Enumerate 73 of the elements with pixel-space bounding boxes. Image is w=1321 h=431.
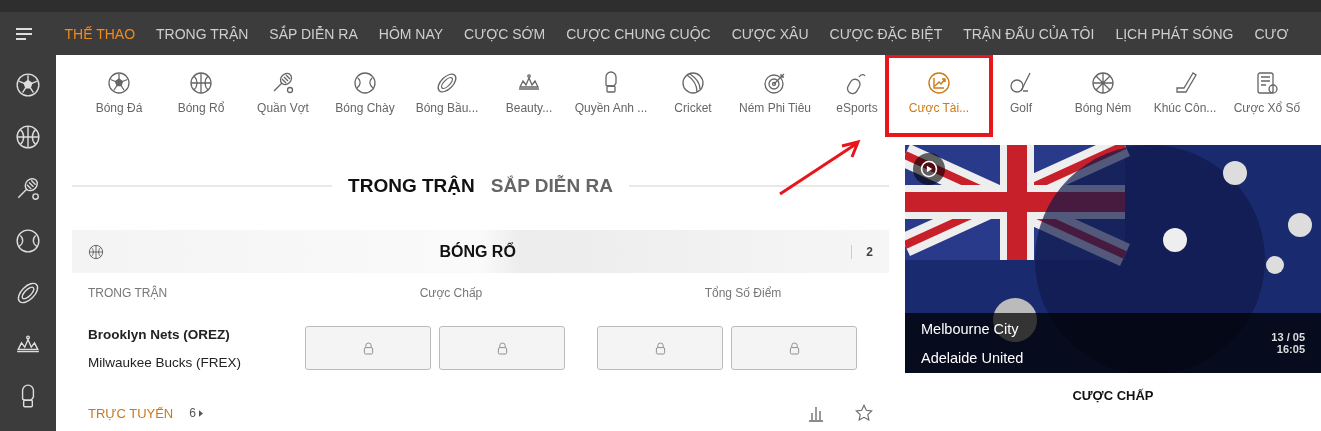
lock-icon	[788, 341, 800, 355]
odds-button[interactable]	[439, 326, 565, 370]
sport-tab[interactable]: Cược Tài...	[898, 62, 980, 123]
nav-tab[interactable]: CƯỢC ĐẶC BIỆT	[819, 25, 953, 42]
team-name: Brooklyn Nets (OREZ)	[88, 326, 231, 342]
sport-tab[interactable]: Khúc Côn...	[1144, 62, 1226, 123]
tennis-racket-icon	[15, 176, 41, 202]
sport-tab[interactable]: Bóng Rổ	[160, 62, 242, 123]
odds-button[interactable]	[731, 326, 857, 370]
section-title: BÓNG RỔ	[438, 242, 517, 261]
sport-tab[interactable]: Beauty...	[488, 62, 570, 123]
star-icon[interactable]	[855, 404, 873, 422]
bar-chart-icon[interactable]	[807, 404, 825, 422]
nav-tab[interactable]: LỊCH PHÁT SÓNG	[1104, 25, 1244, 42]
team-name: Milwaukee Bucks (FREX)	[88, 354, 243, 370]
sport-tab[interactable]: Cược Xổ Số	[1226, 62, 1308, 123]
lock-icon	[654, 341, 666, 355]
nav-tab[interactable]: CƯƠ	[1243, 25, 1299, 42]
sport-tab[interactable]: Ném Phi Tiêu	[734, 62, 816, 123]
nav-tab[interactable]: SẮP DIỄN RA	[258, 25, 369, 42]
menu-icon[interactable]	[16, 27, 34, 40]
sport-tab[interactable]: Bóng Chày	[324, 62, 406, 123]
cricket-ball-icon	[681, 70, 705, 95]
ball-icon	[1091, 70, 1115, 95]
nav-tab[interactable]: HÔM NAY	[368, 25, 454, 42]
match-date: 13 / 05	[1271, 331, 1305, 343]
sport-tab[interactable]: Cricket	[652, 62, 734, 123]
match-time: 16:05	[1276, 343, 1305, 355]
lock-icon	[496, 341, 508, 355]
baseball-icon	[353, 70, 377, 95]
nav-tab[interactable]: TRẬN ĐẤU CỦA TÔI	[952, 25, 1105, 42]
basketball-icon	[88, 243, 104, 260]
column-header: TRONG TRẬN	[88, 286, 169, 300]
play-icon[interactable]	[913, 153, 945, 185]
sport-tab[interactable]: eSports	[816, 62, 898, 123]
basketball-icon	[15, 124, 41, 150]
tennis-racket-icon	[271, 70, 295, 95]
basketball-icon	[189, 70, 213, 95]
column-header: Cược Chấp	[418, 286, 484, 300]
match-count: 2	[851, 244, 873, 259]
sport-tab[interactable]: Quần Vợt	[242, 62, 324, 123]
more-markets-link[interactable]: 6	[189, 406, 203, 420]
lottery-ticket-icon	[1255, 70, 1279, 95]
nav-tab[interactable]: CƯỢC SỚM	[453, 25, 556, 42]
caret-icon	[198, 409, 203, 417]
lock-icon	[362, 341, 374, 355]
match-tab[interactable]: TRONG TRẬN	[348, 175, 475, 197]
team-name: Adelaide United	[921, 349, 1024, 366]
sport-tab[interactable]: Quyền Anh ...	[570, 62, 652, 123]
baseball-icon	[15, 228, 41, 254]
section-header[interactable]: BÓNG RỔ 2	[72, 230, 889, 273]
nav-tab[interactable]: CƯỢC XÂU	[721, 25, 820, 42]
live-link[interactable]: TRỰC TUYẾN	[88, 405, 174, 421]
nav-tab[interactable]: TRONG TRẬN	[145, 25, 259, 42]
nav-tab[interactable]: THẾ THAO	[54, 25, 146, 42]
odds-button[interactable]	[305, 326, 431, 370]
golf-club-icon	[1009, 70, 1033, 95]
chart-up-icon	[927, 70, 951, 95]
sport-tab[interactable]: Bóng Bầu...	[406, 62, 488, 123]
sport-tab[interactable]: Bóng Đá	[78, 62, 160, 123]
odds-button[interactable]	[597, 326, 723, 370]
nav-tab[interactable]: CƯỢC CHUNG CUỘC	[555, 25, 722, 42]
market-title: CƯỢC CHẤP	[1071, 387, 1155, 403]
sport-tab[interactable]: Bóng Ném	[1062, 62, 1144, 123]
soccer-ball-icon	[107, 70, 131, 95]
rugby-ball-icon	[15, 280, 41, 306]
sport-tab[interactable]: Golf	[980, 62, 1062, 123]
soccer-ball-icon	[15, 72, 41, 98]
column-header: Tổng Số Điểm	[703, 286, 783, 300]
rugby-ball-icon	[435, 70, 459, 95]
hockey-stick-icon	[1173, 70, 1197, 95]
team-name: Melbourne City	[921, 320, 1020, 337]
match-tab[interactable]: SẮP DIỄN RA	[490, 175, 613, 197]
